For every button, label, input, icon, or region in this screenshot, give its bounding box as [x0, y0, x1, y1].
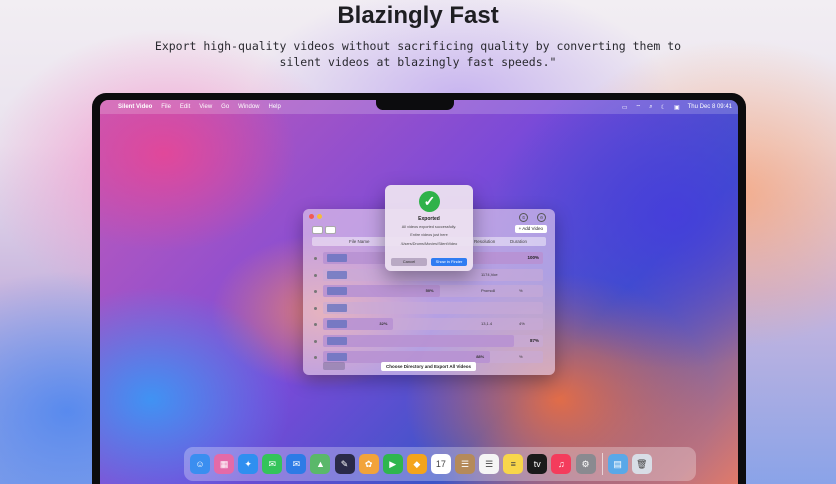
desktop-screen: Silent Video File Edit View Go Window He…: [100, 100, 738, 484]
photo-editor-icon[interactable]: ✎: [334, 454, 355, 474]
downloads-folder-icon[interactable]: ▤: [607, 454, 628, 474]
video-thumbnail: [327, 287, 347, 295]
row-bullet: [314, 356, 317, 359]
notes-icon[interactable]: ≡: [503, 454, 524, 474]
safari-icon[interactable]: ✦: [238, 454, 259, 474]
battery-icon[interactable]: ▭: [622, 104, 628, 111]
music-icon[interactable]: ♫: [551, 454, 572, 474]
table-row[interactable]: [314, 301, 543, 314]
dialog-title: Exported: [418, 216, 440, 222]
dock: ☺ ▦ ✦ ✉ ✉ ▲ ✎ ✿ ▶ ◆ 17 ☰ ☰ ≡ tv ♫ ⚙ ▤ 🗑: [184, 447, 696, 481]
row-resolution: 13,1.4: [481, 321, 493, 326]
row-resolution: 1174,Voe: [481, 271, 498, 277]
dock-separator: [601, 453, 603, 475]
table-row[interactable]: 32% 13,1.4 4%: [314, 318, 543, 330]
photos-icon[interactable]: ✿: [358, 454, 379, 474]
row-duration: %: [519, 354, 523, 359]
camera-notch: [376, 93, 454, 110]
show-in-finder-button[interactable]: Show in Finder: [431, 258, 467, 266]
laptop-frame: Silent Video File Edit View Go Window He…: [92, 93, 746, 484]
mail-icon[interactable]: ✉: [286, 454, 307, 474]
launchpad-icon[interactable]: ▦: [214, 454, 235, 474]
view-toggle[interactable]: [312, 226, 338, 234]
minimize-window-button[interactable]: [317, 214, 322, 219]
messages-icon[interactable]: ✉: [262, 454, 283, 474]
cancel-button[interactable]: Cancel: [391, 258, 427, 266]
sketch-icon[interactable]: ◆: [406, 454, 427, 474]
menu-view[interactable]: View: [199, 104, 212, 110]
focus-icon[interactable]: ☾: [661, 104, 666, 111]
column-file-name[interactable]: File Name: [349, 239, 370, 244]
video-thumbnail: [327, 336, 347, 345]
progress-label: 88%: [476, 354, 485, 359]
export-dialog: ✓ Exported All videos exported successfu…: [385, 185, 473, 271]
grid-view-icon[interactable]: [325, 226, 336, 234]
video-thumbnail: [327, 320, 347, 328]
row-bullet: [314, 306, 317, 310]
row-resolution: Promo8: [481, 288, 496, 293]
dialog-submessage: Entire videos just here: [410, 233, 448, 237]
system-settings-icon[interactable]: ⚙: [575, 454, 596, 474]
clock-icon[interactable]: ⏲: [519, 213, 528, 222]
gear-icon[interactable]: ⚙: [537, 213, 546, 222]
spotlight-icon[interactable]: ⌕: [649, 104, 652, 111]
facetime-icon[interactable]: ▶: [382, 454, 403, 474]
menu-app-name[interactable]: Silent Video: [118, 104, 152, 110]
progress-label: 50%: [425, 288, 434, 293]
row-bullet: [314, 339, 317, 343]
control-center-icon[interactable]: ▣: [674, 104, 680, 111]
finder-icon[interactable]: ☺: [190, 454, 210, 474]
row-bullet: [314, 323, 317, 326]
table-row[interactable]: 87%: [314, 334, 543, 347]
headline: Blazingly Fast: [337, 2, 499, 29]
video-thumbnail: [327, 270, 347, 279]
close-window-button[interactable]: [309, 214, 314, 219]
subline: Export high-quality videos without sacri…: [154, 39, 682, 69]
dialog-path: /Users/Drums/Movies/SilentVideo: [400, 242, 458, 246]
apple-tv-icon[interactable]: tv: [527, 454, 548, 474]
row-duration: 4%: [519, 321, 525, 326]
row-bullet: [314, 290, 317, 293]
contacts-icon[interactable]: ☰: [455, 454, 476, 474]
list-view-icon[interactable]: [312, 226, 323, 234]
video-thumbnail: [327, 353, 347, 361]
footer-thumbnail: [323, 362, 345, 370]
progress-label: 32%: [379, 321, 388, 326]
export-all-button[interactable]: Choose Directory and Export All Videos: [381, 362, 477, 371]
menu-go[interactable]: Go: [221, 104, 229, 110]
maps-icon[interactable]: ▲: [310, 454, 331, 474]
row-bullet: [314, 257, 317, 260]
table-row[interactable]: 50% Promo8%: [314, 285, 543, 297]
progress-percent: 87%: [529, 337, 539, 343]
window-controls: [309, 214, 325, 219]
progress-percent: 100%: [527, 255, 539, 260]
row-duration: %: [519, 288, 523, 293]
row-bullet: [314, 273, 317, 277]
video-thumbnail: [327, 303, 347, 312]
checkmark-icon: ✓: [419, 191, 440, 212]
dialog-message: All videos exported successfully.: [401, 225, 457, 229]
progress-bar-fill: [323, 334, 515, 347]
reminders-icon[interactable]: ☰: [479, 454, 500, 474]
menu-file[interactable]: File: [161, 104, 171, 110]
calendar-icon[interactable]: 17: [430, 454, 451, 474]
menu-edit[interactable]: Edit: [180, 104, 190, 110]
menu-window[interactable]: Window: [238, 104, 259, 110]
column-resolution[interactable]: Resolution: [474, 239, 495, 244]
wifi-icon[interactable]: ⌔: [636, 103, 642, 111]
add-video-button[interactable]: + Add Video: [514, 225, 547, 233]
video-thumbnail: [327, 254, 347, 262]
trash-icon[interactable]: 🗑: [631, 454, 652, 474]
menu-help[interactable]: Help: [269, 104, 281, 110]
column-duration[interactable]: Duration: [510, 239, 527, 244]
menu-clock[interactable]: Thu Dec 8 09:41: [688, 104, 732, 110]
